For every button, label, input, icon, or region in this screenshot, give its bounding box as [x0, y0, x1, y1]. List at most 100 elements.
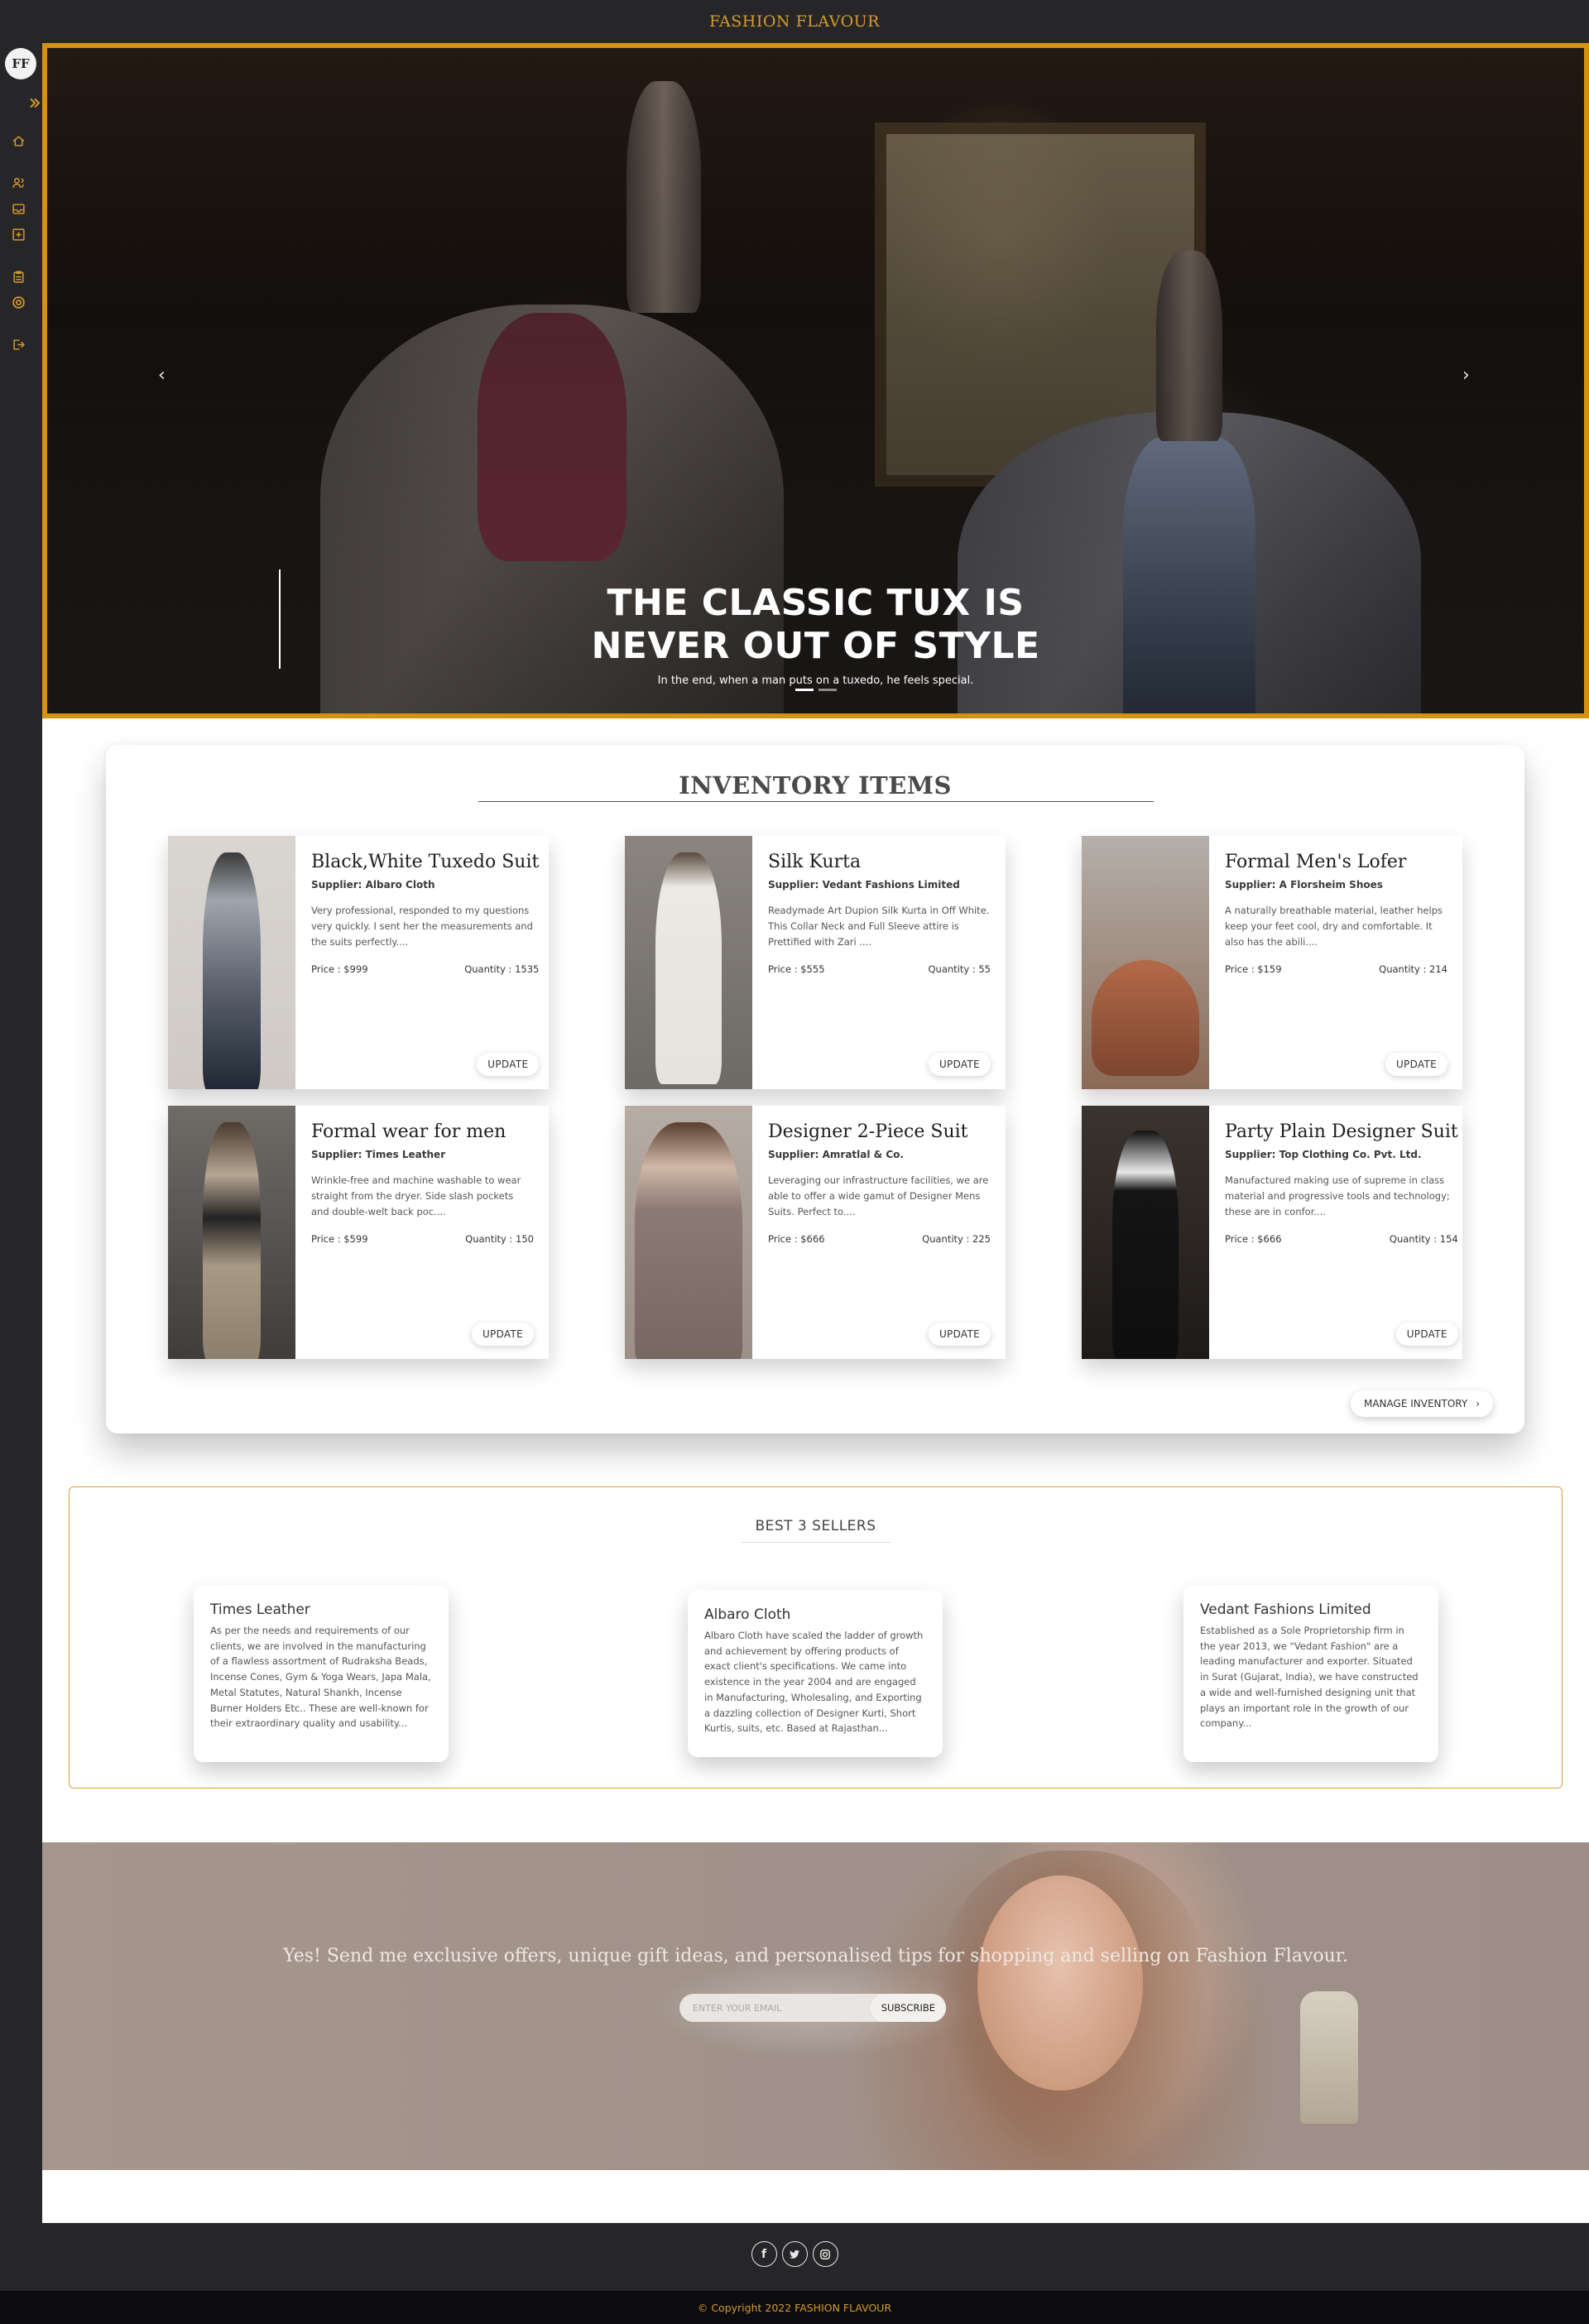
product-price: Price : $599 [311, 1233, 368, 1245]
update-button[interactable]: UPDATE [928, 1323, 991, 1346]
target-icon[interactable] [10, 294, 26, 310]
copyright-text: © Copyright 2022 FASHION FLAVOUR [697, 2301, 892, 2314]
best-sellers-title: BEST 3 SELLERS [755, 1518, 876, 1534]
product-meta: Price : $599 Quantity : 150 [311, 1233, 534, 1245]
carousel-dot[interactable] [818, 689, 837, 691]
home-icon[interactable] [10, 132, 26, 149]
product-name: Designer 2-Piece Suit [768, 1121, 968, 1142]
product-quantity: Quantity : 150 [465, 1233, 534, 1245]
social-links: f [0, 2241, 1589, 2267]
product-description: A naturally breathable material, leather… [1225, 905, 1443, 948]
product-description: Very professional, responded to my quest… [311, 905, 533, 948]
product-supplier: Supplier: Top Clothing Co. Pvt. Ltd. [1225, 1149, 1422, 1160]
carousel-prev-icon[interactable]: ‹ [158, 367, 170, 385]
best-sellers-section: BEST 3 SELLERS Times Leather As per the n… [69, 1486, 1563, 1789]
update-button[interactable]: UPDATE [1385, 1053, 1447, 1076]
product-supplier: Supplier: Times Leather [311, 1149, 446, 1160]
product-description: Leveraging our infrastructure facilities… [768, 1174, 989, 1217]
product-price: Price : $999 [311, 963, 368, 975]
product-figure [1092, 960, 1199, 1076]
product-info: Party Plain Designer Suit Supplier: Top C… [1209, 1106, 1473, 1359]
best-sellers-underline [742, 1542, 891, 1543]
inventory-card: Formal wear for men Supplier: Times Leath… [168, 1106, 549, 1359]
product-description: Wrinkle-free and machine washable to wea… [311, 1174, 521, 1217]
product-figure [655, 852, 722, 1084]
inbox-icon[interactable] [10, 200, 26, 217]
seller-name: Vedant Fashions Limited [1200, 1601, 1371, 1618]
brand-title[interactable]: FASHION FLAVOUR [709, 12, 880, 31]
product-description: Manufactured making use of supreme in cl… [1225, 1174, 1450, 1217]
product-name: Black,White Tuxedo Suit [311, 852, 540, 872]
update-button[interactable]: UPDATE [1395, 1323, 1458, 1346]
product-quantity: Quantity : 214 [1379, 963, 1447, 975]
seller-card: Albaro Cloth Albaro Cloth have scaled the… [688, 1590, 943, 1757]
manage-inventory-label: MANAGE INVENTORY [1363, 1398, 1468, 1409]
inventory-card: Silk Kurta Supplier: Vedant Fashions Limi… [625, 836, 1006, 1089]
footer: f © Copyright 2022 FASHION FLAVOUR [0, 2223, 1589, 2324]
facebook-icon[interactable]: f [751, 2241, 777, 2267]
product-name: Formal Men's Lofer [1225, 852, 1407, 872]
product-supplier: Supplier: A Florsheim Shoes [1225, 879, 1383, 891]
inventory-title-underline [478, 801, 1154, 802]
inventory-card: Party Plain Designer Suit Supplier: Top C… [1082, 1106, 1462, 1359]
site-logo[interactable]: FF [5, 48, 36, 79]
hero-subtitle: In the end, when a man puts on a tuxedo,… [657, 675, 974, 687]
product-quantity: Quantity : 55 [928, 963, 991, 975]
inventory-section: INVENTORY ITEMS Black,White Tuxedo Suit S… [106, 745, 1524, 1433]
instagram-icon[interactable] [812, 2241, 838, 2267]
users-icon[interactable] [10, 175, 26, 191]
seller-description: As per the needs and requirements of our… [210, 1625, 431, 1730]
hero-carousel: ‹ › THE CLASSIC TUX IS NEVER OUT OF STYL… [42, 43, 1589, 718]
inventory-title: INVENTORY ITEMS [679, 771, 952, 799]
top-bar: FASHION FLAVOUR [0, 0, 1589, 43]
clipboard-icon[interactable] [10, 268, 26, 285]
add-box-icon[interactable] [10, 226, 26, 242]
manage-inventory-button[interactable]: MANAGE INVENTORY › [1350, 1390, 1493, 1417]
product-info: Black,White Tuxedo Suit Supplier: Albaro … [295, 836, 554, 1089]
product-info: Designer 2-Piece Suit Supplier: Amratlal … [752, 1106, 1006, 1359]
product-quantity: Quantity : 225 [922, 1233, 991, 1245]
product-description: Readymade Art Dupion Silk Kurta in Off W… [768, 905, 990, 948]
hero-title-line1: THE CLASSIC TUX IS [607, 582, 1025, 624]
product-image [625, 836, 752, 1089]
double-chevron-right-icon[interactable] [28, 94, 41, 111]
product-image [625, 1106, 752, 1359]
carousel-indicators [47, 689, 1584, 691]
product-image [1082, 1106, 1209, 1359]
product-price: Price : $666 [1225, 1233, 1282, 1245]
newsletter-section: Yes! Send me exclusive offers, unique gi… [42, 1842, 1589, 2170]
logout-icon[interactable] [10, 336, 26, 353]
hero-title-line2: NEVER OUT OF STYLE [591, 625, 1040, 667]
hero-caption: THE CLASSIC TUX IS NEVER OUT OF STYLE In… [47, 582, 1584, 687]
seller-description: Albaro Cloth have scaled the ladder of g… [704, 1630, 924, 1735]
product-name: Silk Kurta [768, 852, 862, 872]
product-info: Formal wear for men Supplier: Times Leath… [295, 1106, 549, 1359]
update-button[interactable]: UPDATE [928, 1053, 991, 1076]
product-price: Price : $159 [1225, 963, 1282, 975]
update-button[interactable]: UPDATE [477, 1053, 540, 1076]
carousel-dot[interactable] [794, 689, 814, 691]
seller-name: Times Leather [210, 1601, 310, 1618]
subscribe-button[interactable]: SUBSCRIBE [870, 1994, 946, 2022]
product-name: Formal wear for men [311, 1121, 506, 1142]
update-button[interactable]: UPDATE [471, 1323, 534, 1346]
inventory-card: Designer 2-Piece Suit Supplier: Amratlal … [625, 1106, 1006, 1359]
product-price: Price : $666 [768, 1233, 825, 1245]
product-meta: Price : $999 Quantity : 1535 [311, 963, 539, 975]
seller-card: Vedant Fashions Limited Established as a … [1183, 1585, 1438, 1762]
seller-name: Albaro Cloth [704, 1606, 791, 1623]
product-meta: Price : $159 Quantity : 214 [1225, 963, 1447, 975]
product-figure [1112, 1131, 1179, 1359]
sidebar: FF [0, 43, 42, 2223]
newsletter-glass [1300, 1991, 1358, 2124]
inventory-card: Formal Men's Lofer Supplier: A Florsheim … [1082, 836, 1462, 1089]
product-quantity: Quantity : 1535 [464, 963, 540, 975]
newsletter-model-face [977, 1875, 1143, 2091]
product-name: Party Plain Designer Suit [1225, 1121, 1458, 1142]
product-info: Silk Kurta Supplier: Vedant Fashions Limi… [752, 836, 1006, 1089]
copyright-bar: © Copyright 2022 FASHION FLAVOUR [0, 2291, 1589, 2324]
product-supplier: Supplier: Amratlal & Co. [768, 1149, 904, 1160]
seller-description: Established as a Sole Proprietorship fir… [1200, 1625, 1419, 1730]
carousel-next-icon[interactable]: › [1462, 367, 1474, 385]
twitter-icon[interactable] [781, 2241, 808, 2267]
